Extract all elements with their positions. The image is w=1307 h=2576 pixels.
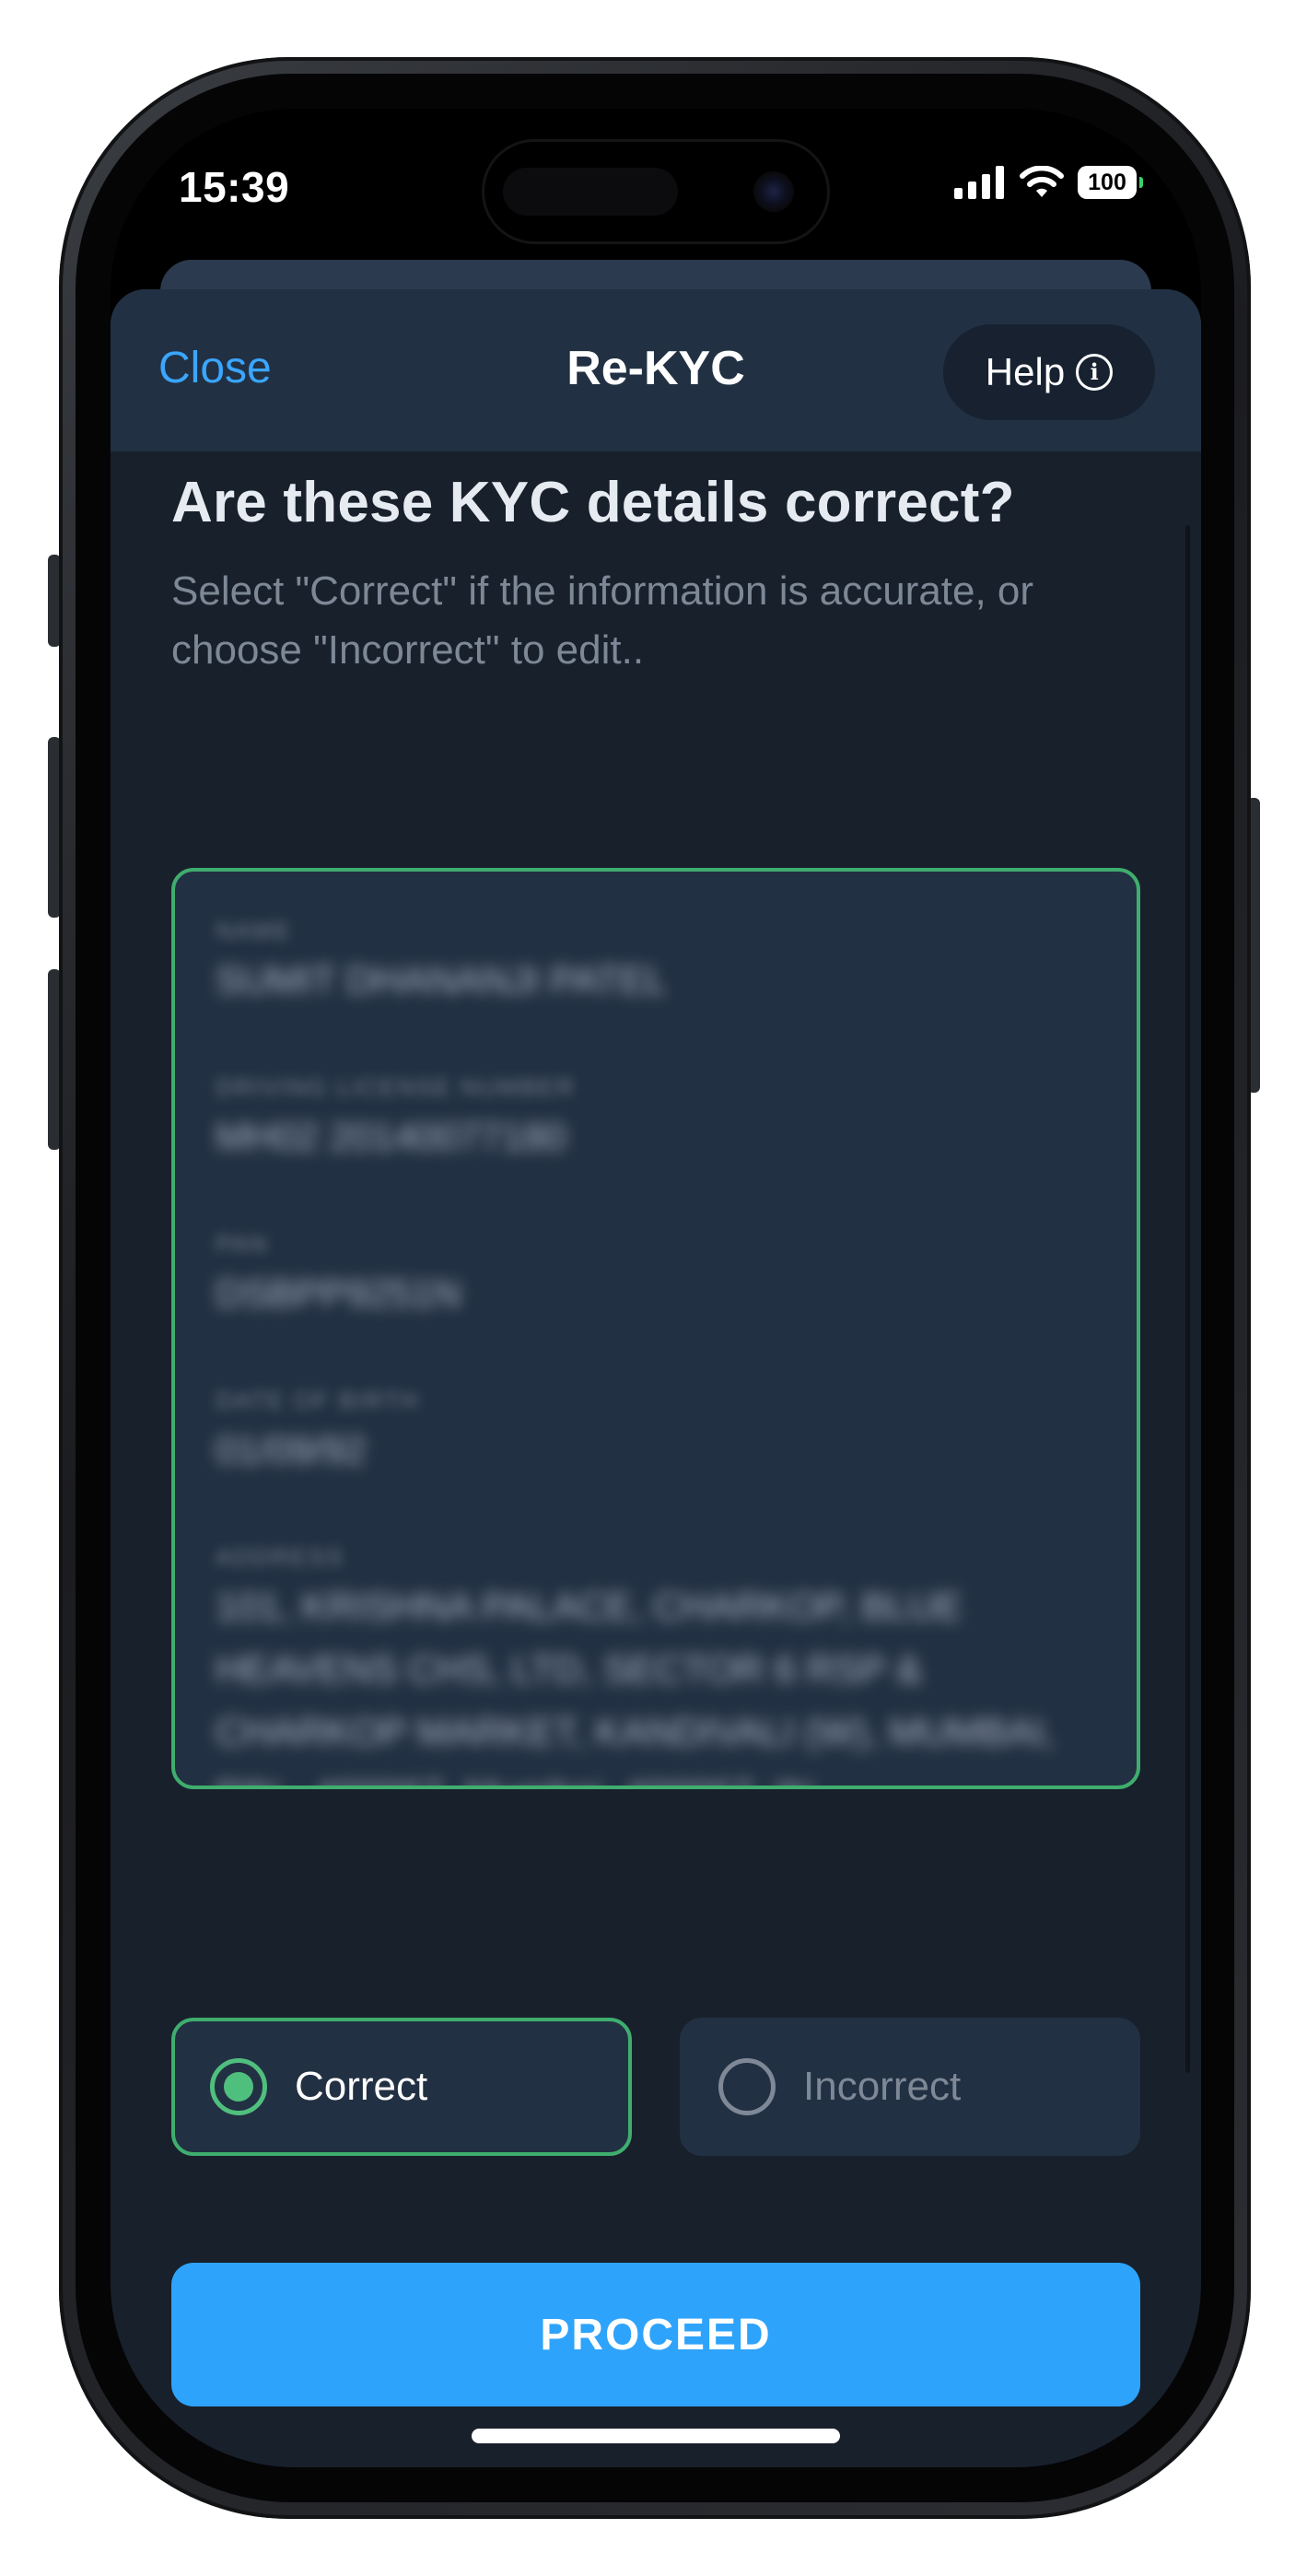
incorrect-option[interactable]: Incorrect — [680, 2018, 1140, 2156]
kyc-field-dob: DATE OF BIRTH 01/09/92 — [216, 1382, 1096, 1481]
battery-icon: 100 — [1078, 166, 1143, 199]
battery-level: 100 — [1088, 169, 1126, 195]
field-value: DSBPP9251N — [216, 1271, 461, 1315]
field-label: DRIVING LICENSE NUMBER — [216, 1073, 576, 1101]
re-kyc-sheet: Close Re-KYC Help i Are these KYC detail… — [111, 289, 1201, 2467]
kyc-field-address: ADDRESS 101, KRISHNA PALACE, CHARKOP, BL… — [216, 1539, 1096, 1786]
kyc-field-pan: PAN DSBPP9251N — [216, 1225, 1096, 1325]
correct-option[interactable]: Correct — [171, 2018, 632, 2156]
dynamic-island — [484, 142, 827, 241]
proceed-button[interactable]: PROCEED — [171, 2263, 1140, 2406]
front-camera-icon — [753, 171, 794, 212]
status-time: 15:39 — [179, 163, 290, 211]
island-sensor — [503, 168, 678, 216]
field-label: ADDRESS — [216, 1543, 344, 1571]
sheet-header: Close Re-KYC Help i — [111, 289, 1201, 451]
kyc-field-license: DRIVING LICENSE NUMBER MH02 20140077180 — [216, 1069, 1096, 1168]
correct-label: Correct — [295, 2064, 428, 2109]
field-value: MH02 20140077180 — [216, 1115, 566, 1158]
field-label: DATE OF BIRTH — [216, 1387, 420, 1414]
status-icons: 100 — [954, 166, 1143, 199]
kyc-details-card: NAME SUMIT DHANANJI PATEL DRIVING LICENS… — [171, 868, 1140, 1789]
field-value: 101, KRISHNA PALACE, CHARKOP, BLUE HEAVE… — [216, 1585, 1055, 1786]
home-indicator[interactable] — [472, 2429, 840, 2443]
page-heading: Are these KYC details correct? — [171, 471, 1015, 534]
kyc-field-name: NAME SUMIT DHANANJI PATEL — [216, 912, 1096, 1012]
cellular-signal-icon — [954, 166, 1004, 199]
field-label: NAME — [216, 917, 293, 944]
field-value: 01/09/92 — [216, 1428, 367, 1471]
phone-screen: 15:39 100 Close Re-KYC Help i Are these … — [111, 109, 1201, 2467]
radio-unselected-icon[interactable] — [718, 2058, 776, 2115]
radio-selected-icon[interactable] — [210, 2058, 267, 2115]
incorrect-label: Incorrect — [803, 2064, 962, 2109]
help-button[interactable]: Help i — [943, 324, 1155, 420]
canvas: 15:39 100 Close Re-KYC Help i Are these … — [0, 0, 1307, 2576]
help-label: Help — [985, 350, 1066, 393]
info-icon: i — [1076, 354, 1114, 391]
field-value: SUMIT DHANANJI PATEL — [216, 958, 668, 1001]
field-label: PAN — [216, 1230, 269, 1258]
scrollbar[interactable] — [1185, 525, 1190, 2073]
wifi-icon — [1020, 166, 1064, 197]
page-subtext: Select "Correct" if the information is a… — [171, 568, 1034, 673]
